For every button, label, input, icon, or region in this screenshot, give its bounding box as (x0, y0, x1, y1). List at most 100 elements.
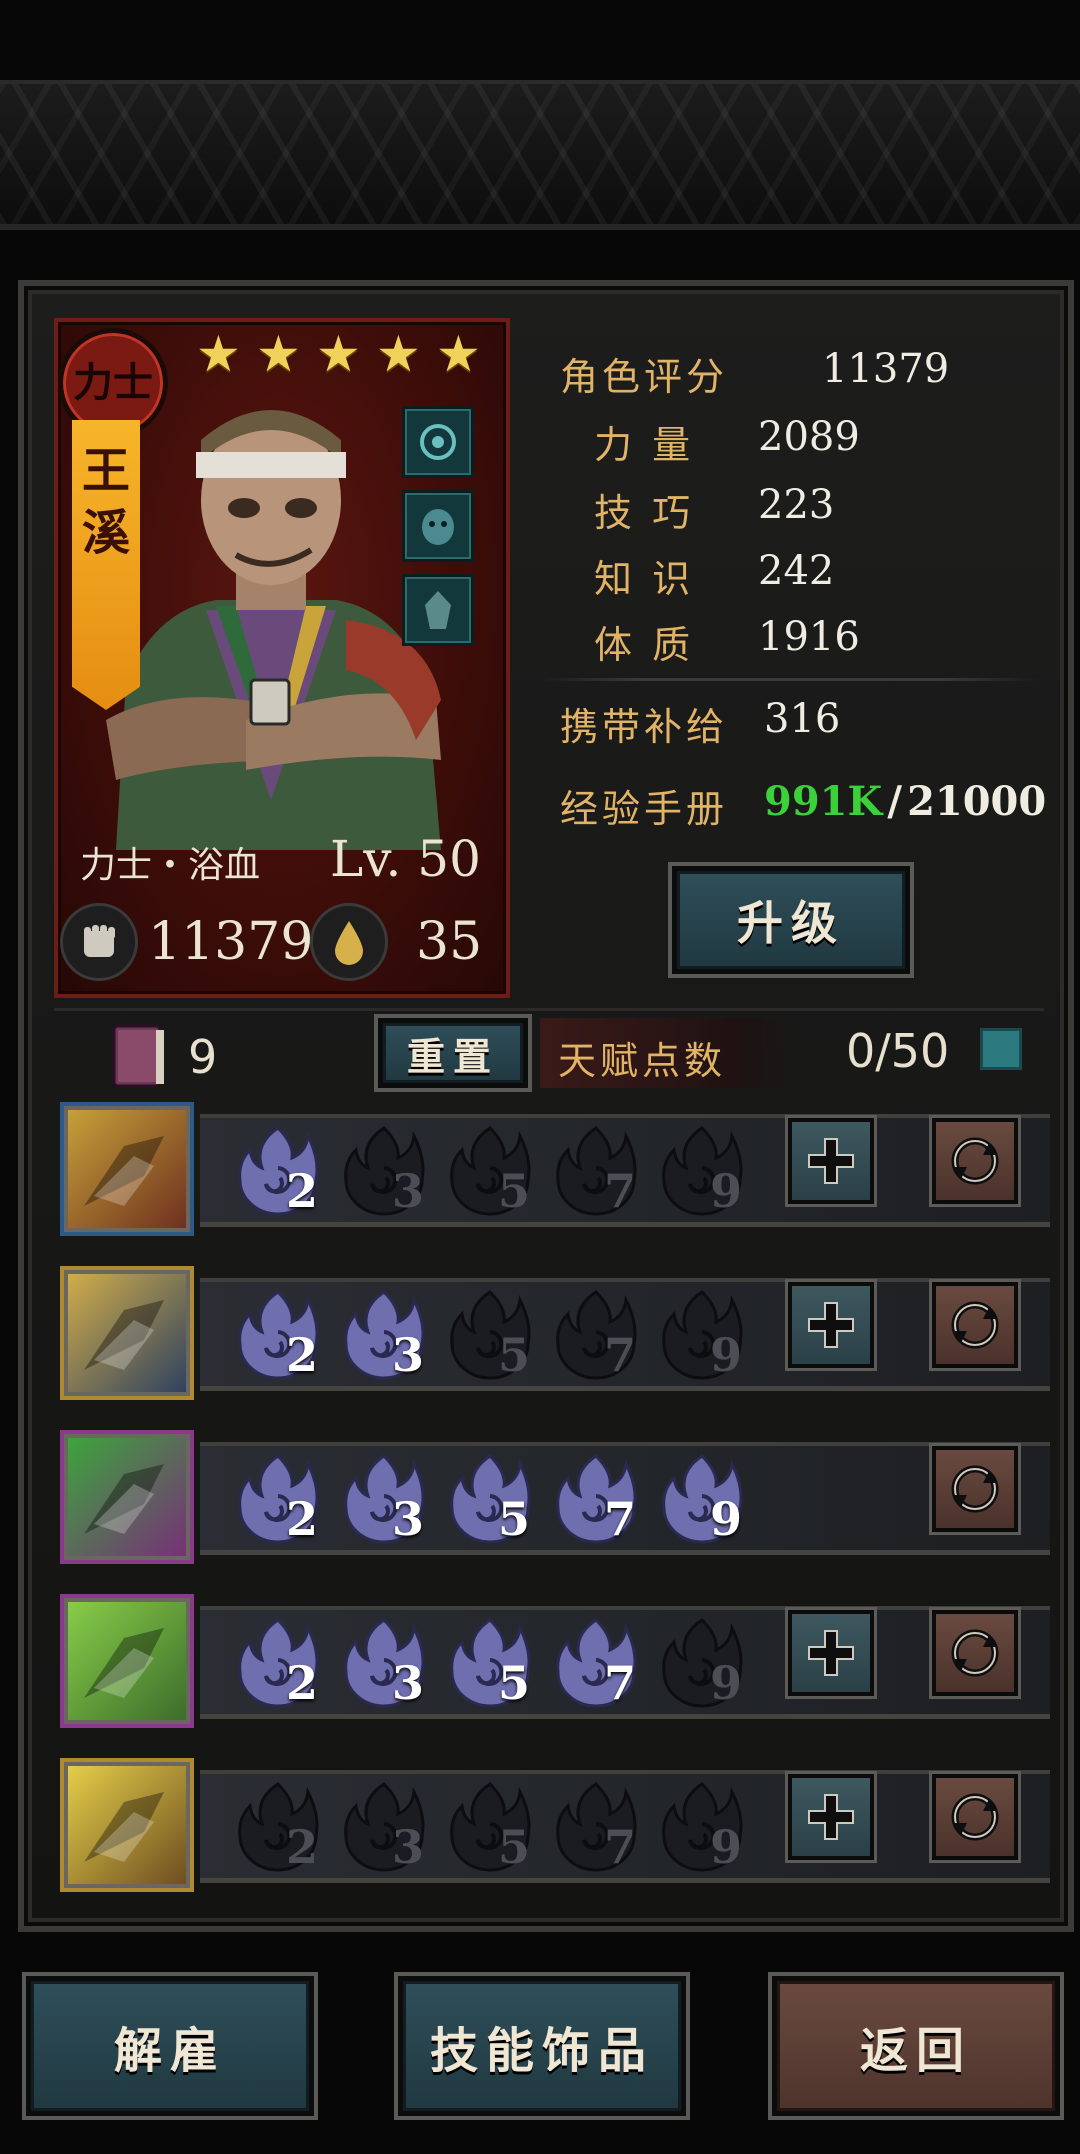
trinkets-button[interactable]: 技能饰品 (398, 1976, 686, 2116)
character-level: Lv. 50 (330, 830, 481, 888)
character-name-char-1: 王 (81, 443, 130, 499)
talent-book-count: 9 (188, 1030, 218, 1084)
rating-value: 11379 (822, 346, 950, 392)
stat-value-strength: 2089 (758, 414, 860, 460)
star-rating: ★ ★ ★ ★ ★ (196, 325, 484, 383)
character-name-char-2: 溪 (81, 505, 130, 561)
skill-level-number: 3 (392, 1820, 425, 1874)
skill-level-flame: 7 (548, 1288, 654, 1384)
rating-label: 角色评分 (560, 355, 729, 399)
skill-level-flame: 2 (230, 1616, 336, 1712)
skill-swap-button[interactable] (932, 1282, 1018, 1368)
resolve-value: 35 (416, 912, 483, 972)
skill-level-flame: 5 (442, 1452, 548, 1548)
plus-icon (808, 1302, 854, 1348)
skill-strike-icon[interactable] (60, 1594, 194, 1728)
skill-level-number: 2 (286, 1328, 319, 1382)
skill-level-number: 5 (498, 1820, 531, 1874)
skill-level-number: 7 (604, 1164, 637, 1218)
drop-icon (310, 903, 388, 981)
skill-level-number: 2 (286, 1820, 319, 1874)
skill-slash-icon[interactable] (60, 1102, 194, 1236)
star-icon: ★ (256, 325, 301, 383)
skill-level-flame: 3 (336, 1288, 442, 1384)
skill-level-flame: 5 (442, 1124, 548, 1220)
skill-row: 2 3 5 7 9 (60, 1758, 1050, 1898)
skill-level-flame: 9 (654, 1452, 760, 1548)
upgrade-button[interactable]: 升级 (672, 866, 910, 974)
skill-level-number: 5 (498, 1164, 531, 1218)
skill-upgrade-button[interactable] (788, 1774, 874, 1860)
skill-row: 2 3 5 7 9 (60, 1102, 1050, 1242)
skill-level-flame: 7 (548, 1616, 654, 1712)
trinket-slot-2[interactable] (402, 490, 474, 562)
exp-label: 经验手册 (560, 787, 729, 831)
stats-divider (540, 678, 1040, 681)
star-icon: ★ (316, 325, 361, 383)
talent-reset-button[interactable]: 重置 (378, 1018, 528, 1088)
swap-icon (951, 1793, 999, 1841)
trinket-spirit-icon (420, 424, 456, 460)
trinket-slot-3[interactable] (402, 574, 474, 646)
skill-level-number: 5 (498, 1492, 531, 1546)
skill-upgrade-button[interactable] (788, 1610, 874, 1696)
plus-icon (808, 1630, 854, 1676)
talent-points-label: 天赋点数 (558, 1039, 727, 1083)
skill-upgrade-button[interactable] (788, 1118, 874, 1204)
trinket-idol-icon (425, 591, 451, 629)
back-button[interactable]: 返回 (772, 1976, 1060, 2116)
talent-point-gem-icon (980, 1028, 1022, 1070)
skill-level-number: 9 (710, 1328, 743, 1382)
class-level-line: 力士・浴血 Lv. 50 (80, 830, 490, 888)
top-decorative-frieze (0, 80, 1080, 230)
skill-level-number: 7 (604, 1656, 637, 1710)
skill-fist-icon[interactable] (60, 1758, 194, 1892)
character-portrait (106, 410, 441, 850)
skill-level-flame: 7 (548, 1124, 654, 1220)
skill-level-flame: 5 (442, 1780, 548, 1876)
supply-value: 316 (764, 696, 841, 742)
skill-level-flames: 2 3 5 7 9 (230, 1452, 760, 1548)
skill-level-flames: 2 3 5 7 9 (230, 1124, 760, 1220)
talent-points-value: 0/50 (846, 1024, 950, 1078)
skill-swap-button[interactable] (932, 1446, 1018, 1532)
stat-label-knowledge: 知 识 (594, 557, 695, 601)
skill-swap-button[interactable] (932, 1610, 1018, 1696)
skill-level-flame: 3 (336, 1452, 442, 1548)
skill-level-number: 3 (392, 1328, 425, 1382)
skill-swap-button[interactable] (932, 1774, 1018, 1860)
skill-level-flame: 9 (654, 1616, 760, 1712)
stat-label-constitution: 体 质 (594, 623, 695, 667)
power-value: 11379 (148, 912, 314, 972)
dismiss-button[interactable]: 解雇 (26, 1976, 314, 2116)
stat-label-strength: 力 量 (594, 423, 695, 467)
skill-level-number: 5 (498, 1656, 531, 1710)
swap-icon (951, 1465, 999, 1513)
skill-level-flame: 2 (230, 1124, 336, 1220)
skill-flex-icon[interactable] (60, 1430, 194, 1564)
skill-leap-icon[interactable] (60, 1266, 194, 1400)
skill-level-number: 2 (286, 1656, 319, 1710)
trinket-mask-icon (422, 509, 454, 545)
character-name-banner: 王 溪 (72, 420, 140, 710)
skill-level-flame: 7 (548, 1780, 654, 1876)
skill-swap-button[interactable] (932, 1118, 1018, 1204)
skill-level-flames: 2 3 5 7 9 (230, 1288, 760, 1384)
skill-level-flame: 3 (336, 1780, 442, 1876)
skill-level-number: 9 (710, 1820, 743, 1874)
skill-level-flame: 5 (442, 1616, 548, 1712)
skill-level-number: 9 (710, 1164, 743, 1218)
star-icon: ★ (376, 325, 421, 383)
trinket-slot-1[interactable] (402, 406, 474, 478)
exp-current: 991K (764, 778, 883, 825)
skill-upgrade-button[interactable] (788, 1282, 874, 1368)
stat-value-skill: 223 (758, 482, 835, 528)
skill-level-flame: 2 (230, 1288, 336, 1384)
skill-level-flame: 2 (230, 1452, 336, 1548)
stat-label-skill: 技 巧 (594, 491, 695, 535)
skill-level-number: 7 (604, 1492, 637, 1546)
exp-required: 21000 (907, 778, 1047, 825)
stat-value-constitution: 1916 (758, 614, 860, 660)
fist-icon (60, 903, 138, 981)
skill-level-flame: 9 (654, 1780, 760, 1876)
